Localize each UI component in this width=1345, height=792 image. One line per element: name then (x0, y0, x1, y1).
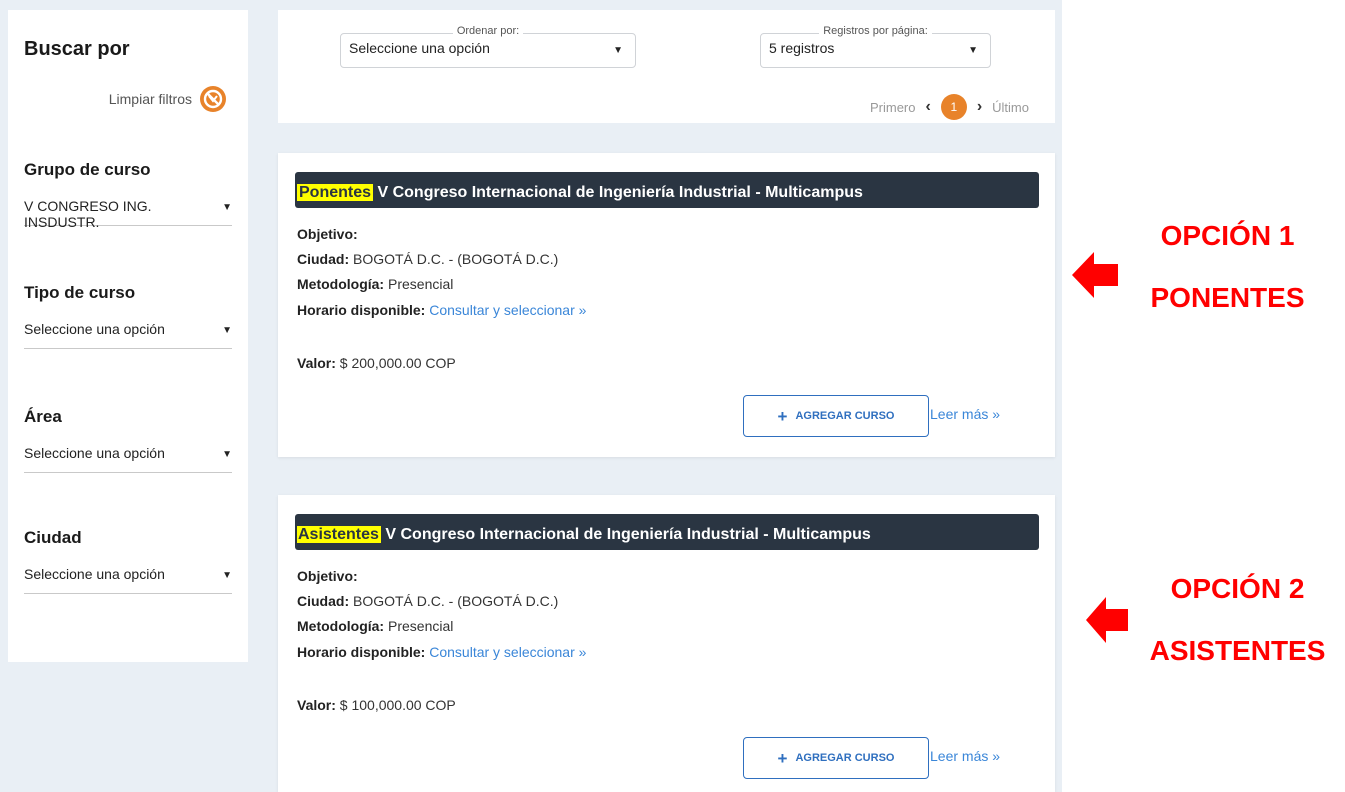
caret-down-icon: ▼ (222, 325, 232, 336)
valor-row: Valor: $ 100,000.00 COP (297, 697, 456, 713)
filter-tipo-curso: Tipo de curso Seleccione una opción ▼ (24, 283, 232, 349)
metodologia-row: Metodología: Presencial (297, 276, 454, 292)
caret-down-icon: ▼ (222, 202, 232, 213)
add-course-label: AGREGAR CURSO (795, 410, 895, 422)
first-page-link[interactable]: Primero (870, 100, 916, 115)
course-title: Asistentes V Congreso Internacional de I… (295, 514, 1039, 550)
filter-label: Ciudad (24, 528, 82, 547)
select-value: Seleccione una opción (24, 321, 165, 337)
valor-row: Valor: $ 200,000.00 COP (297, 355, 456, 371)
filter-ciudad: Ciudad Seleccione una opción ▼ (24, 528, 232, 594)
select-value: V CONGRESO ING. INSDUSTR. (24, 198, 152, 230)
filter-label: Tipo de curso (24, 283, 136, 302)
area-select[interactable]: Seleccione una opción ▼ (24, 445, 232, 473)
results-toolbar: Ordenar por: Seleccione una opción ▼ Reg… (278, 10, 1055, 123)
red-arrow-icon (1086, 597, 1128, 643)
ciudad-select[interactable]: Seleccione una opción ▼ (24, 566, 232, 594)
course-title: Ponentes V Congreso Internacional de Ing… (295, 172, 1039, 208)
annotation-option-2: OPCIÓN 2 ASISTENTES (1135, 573, 1340, 667)
metodologia-row: Metodología: Presencial (297, 618, 454, 634)
plus-icon: + (777, 748, 788, 768)
per-page-label: Registros por página: (761, 25, 990, 37)
filter-grupo-curso: Grupo de curso V CONGRESO ING. INSDUSTR.… (24, 160, 232, 230)
course-highlight: Ponentes (297, 184, 374, 201)
select-value: Seleccione una opción (24, 566, 165, 582)
last-page-link[interactable]: Último (992, 100, 1029, 115)
course-title-text: V Congreso Internacional de Ingeniería I… (377, 184, 863, 201)
course-card: Ponentes V Congreso Internacional de Ing… (278, 153, 1055, 457)
per-page-select[interactable]: Registros por página: 5 registros ▼ (760, 25, 991, 68)
horario-link[interactable]: Consultar y seleccionar » (429, 302, 586, 318)
annotation-line: ASISTENTES (1149, 635, 1326, 666)
ciudad-row: Ciudad: BOGOTÁ D.C. - (BOGOTÁ D.C.) (297, 251, 559, 267)
ciudad-row: Ciudad: BOGOTÁ D.C. - (BOGOTÁ D.C.) (297, 593, 559, 609)
clear-filter-icon (200, 86, 226, 112)
horario-link[interactable]: Consultar y seleccionar » (429, 644, 586, 660)
caret-down-icon: ▼ (222, 449, 232, 460)
read-more-link[interactable]: Leer más » (930, 748, 1000, 764)
horario-row: Horario disponible: Consultar y seleccio… (297, 644, 587, 660)
chevron-right-icon[interactable]: › (977, 98, 982, 116)
caret-down-icon: ▼ (613, 45, 623, 56)
annotation-option-1: OPCIÓN 1 PONENTES (1120, 220, 1335, 314)
filter-label: Área (24, 407, 62, 426)
pagination: Primero ‹ 1 › Último (870, 94, 1029, 120)
filter-sidebar: Buscar por Limpiar filtros Grupo de curs… (8, 10, 248, 662)
clear-filters-label: Limpiar filtros (108, 91, 192, 107)
filter-area: Área Seleccione una opción ▼ (24, 407, 232, 473)
annotation-line: PONENTES (1150, 282, 1305, 313)
sidebar-title: Buscar por (24, 38, 130, 60)
course-highlight: Asistentes (297, 526, 381, 543)
objetivo-row: Objetivo: (297, 226, 358, 242)
course-card: Asistentes V Congreso Internacional de I… (278, 495, 1055, 792)
annotation-line: OPCIÓN 1 (1160, 220, 1295, 251)
course-title-text: V Congreso Internacional de Ingeniería I… (385, 526, 871, 543)
objetivo-row: Objetivo: (297, 568, 358, 584)
horario-row: Horario disponible: Consultar y seleccio… (297, 302, 587, 318)
tipo-curso-select[interactable]: Seleccione una opción ▼ (24, 321, 232, 349)
per-page-value: 5 registros (769, 40, 835, 56)
clear-filters-button[interactable]: Limpiar filtros (109, 86, 226, 112)
sort-select[interactable]: Ordenar por: Seleccione una opción ▼ (340, 25, 636, 68)
select-value: Seleccione una opción (24, 445, 165, 461)
grupo-curso-select[interactable]: V CONGRESO ING. INSDUSTR. ▼ (24, 198, 232, 230)
read-more-link[interactable]: Leer más » (930, 406, 1000, 422)
add-course-button[interactable]: + AGREGAR CURSO (743, 395, 929, 437)
page-number-button[interactable]: 1 (940, 94, 967, 120)
red-arrow-icon (1072, 252, 1118, 298)
caret-down-icon: ▼ (968, 45, 978, 56)
add-course-button[interactable]: + AGREGAR CURSO (743, 737, 929, 779)
add-course-label: AGREGAR CURSO (795, 752, 895, 764)
annotation-line: OPCIÓN 2 (1170, 573, 1305, 604)
filter-label: Grupo de curso (24, 160, 151, 179)
plus-icon: + (777, 406, 788, 426)
chevron-left-icon[interactable]: ‹ (926, 98, 931, 116)
sort-value: Seleccione una opción (349, 40, 490, 56)
sort-label: Ordenar por: (341, 25, 635, 37)
caret-down-icon: ▼ (222, 570, 232, 581)
